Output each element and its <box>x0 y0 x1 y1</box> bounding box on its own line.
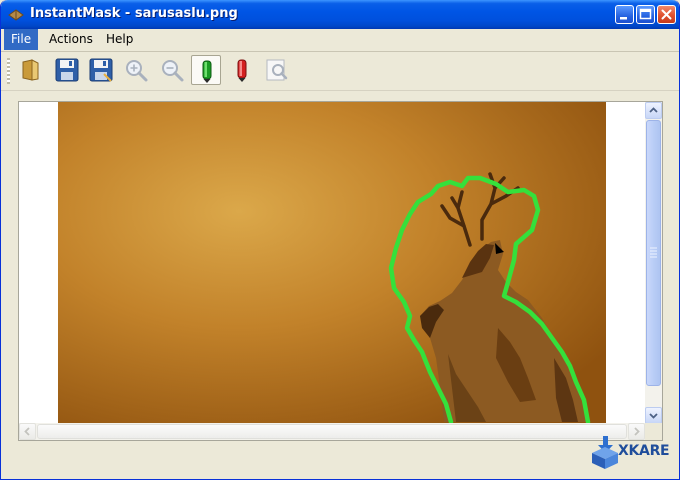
scroll-up-button[interactable] <box>645 102 662 119</box>
chevron-down-icon <box>649 413 658 419</box>
preview-icon <box>266 59 288 81</box>
menu-actions[interactable]: Actions <box>42 29 100 50</box>
preview-button[interactable] <box>262 55 292 85</box>
open-button[interactable] <box>16 55 46 85</box>
menu-bar: File Actions Help <box>1 29 679 52</box>
red-marker-icon <box>237 59 247 82</box>
minimize-button[interactable] <box>615 5 634 24</box>
chevron-left-icon <box>24 427 30 436</box>
maximize-button[interactable] <box>636 5 655 24</box>
open-folder-icon <box>22 59 39 81</box>
xkare-watermark: XKARE <box>590 433 675 473</box>
green-marker-icon <box>202 60 212 83</box>
horizontal-scrollbar[interactable] <box>19 423 645 440</box>
title-bar[interactable]: InstantMask - sarusaslu.png <box>1 0 679 29</box>
download-box-icon <box>592 436 618 469</box>
watermark-text: XKARE <box>618 443 670 459</box>
horizontal-scroll-thumb[interactable] <box>37 424 627 439</box>
save-icon <box>55 58 79 82</box>
save-as-button[interactable] <box>86 55 116 85</box>
menu-file[interactable]: File <box>4 29 39 50</box>
app-icon[interactable] <box>7 6 25 24</box>
zoom-in-icon <box>126 60 148 82</box>
zoom-in-button[interactable] <box>121 55 151 85</box>
close-button[interactable] <box>657 5 676 24</box>
toolbar <box>1 52 679 91</box>
menu-help[interactable]: Help <box>99 29 140 50</box>
scroll-left-button[interactable] <box>19 423 36 440</box>
green-marker-button[interactable] <box>191 55 221 85</box>
chevron-up-icon <box>649 107 658 113</box>
image-viewport[interactable] <box>58 102 606 424</box>
app-window: InstantMask - sarusaslu.png File Actions… <box>0 0 680 480</box>
save-button[interactable] <box>52 55 82 85</box>
toolbar-grip[interactable] <box>7 58 10 84</box>
save-as-icon <box>89 58 113 82</box>
scroll-down-button[interactable] <box>645 407 662 424</box>
image-canvas[interactable] <box>18 101 663 441</box>
red-marker-button[interactable] <box>227 55 257 85</box>
zoom-out-icon <box>162 60 184 82</box>
zoom-out-button[interactable] <box>157 55 187 85</box>
vertical-scrollbar[interactable] <box>645 102 662 424</box>
vertical-scroll-thumb[interactable] <box>646 120 661 386</box>
grip-lines-icon <box>650 247 657 258</box>
window-title: InstantMask - sarusaslu.png <box>30 6 238 21</box>
